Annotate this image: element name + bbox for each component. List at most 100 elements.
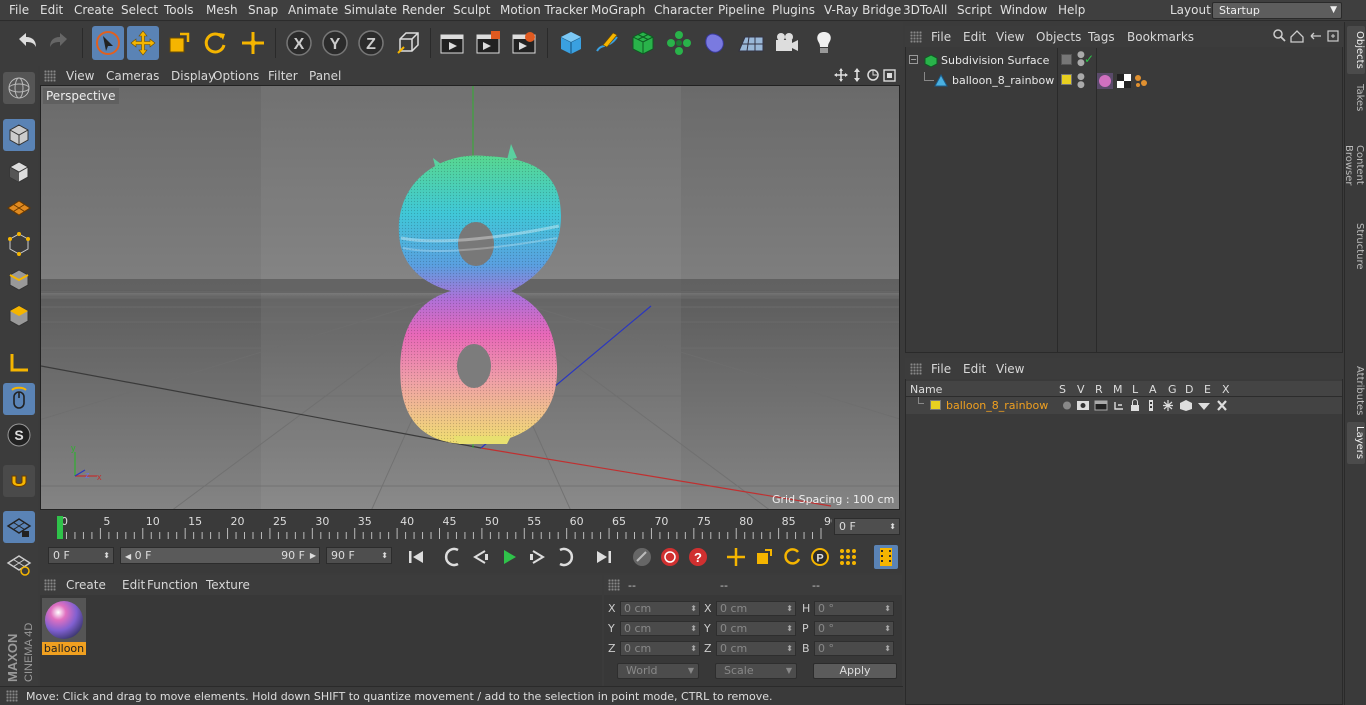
menu-help[interactable]: Help: [1058, 3, 1085, 17]
x-axis-lock-button[interactable]: X: [283, 26, 315, 60]
coordinate-space-select[interactable]: World ▼: [617, 663, 699, 679]
deformer-button[interactable]: [699, 26, 731, 60]
tab-takes[interactable]: Takes: [1347, 78, 1365, 118]
next-frame-button[interactable]: [525, 545, 549, 569]
viewport-menu-cameras[interactable]: Cameras: [106, 69, 159, 83]
column-animation[interactable]: A: [1149, 383, 1157, 396]
layer-menu-view[interactable]: View: [996, 362, 1024, 376]
start-frame-field[interactable]: 0 F ⬍: [48, 547, 114, 564]
timeline-playhead[interactable]: [57, 516, 63, 539]
camera-button[interactable]: [771, 26, 803, 60]
menu-character[interactable]: Character: [654, 3, 713, 17]
material-balloon[interactable]: balloon: [42, 598, 86, 656]
viewport-nav-icons[interactable]: [834, 68, 898, 83]
visibility-dots-icon[interactable]: ● ●: [1077, 73, 1085, 90]
menu-tools[interactable]: Tools: [164, 3, 194, 17]
workplane-lock-button[interactable]: [3, 511, 35, 543]
live-selection-button[interactable]: [237, 26, 269, 60]
solo-mode-button[interactable]: S: [3, 419, 35, 451]
layout-select[interactable]: Startup ▼: [1212, 2, 1342, 19]
z-axis-lock-button[interactable]: Z: [355, 26, 387, 60]
timeline-layout-button[interactable]: [874, 545, 898, 569]
tab-content-browser[interactable]: Content Browser: [1343, 120, 1365, 210]
menu-mograph[interactable]: MoGraph: [591, 3, 646, 17]
menu-edit[interactable]: Edit: [40, 3, 63, 17]
viewport-menu-view[interactable]: View: [66, 69, 94, 83]
light-button[interactable]: [808, 26, 840, 60]
column-view[interactable]: V: [1077, 383, 1085, 396]
apply-button[interactable]: Apply: [813, 663, 897, 679]
object-menu-objects[interactable]: Objects: [1036, 30, 1081, 44]
frame-range-slider[interactable]: ◀ 0 F 90 F ▶: [120, 547, 320, 564]
menu-file[interactable]: File: [9, 3, 29, 17]
menu-motion-tracker[interactable]: Motion Tracker: [500, 3, 588, 17]
menu-simulate[interactable]: Simulate: [344, 3, 397, 17]
viewport-menu-options[interactable]: Options: [213, 69, 259, 83]
menu-create[interactable]: Create: [74, 3, 114, 17]
size-y-field[interactable]: 0 cm ⬍: [716, 621, 796, 636]
size-x-field[interactable]: 0 cm ⬍: [716, 601, 796, 616]
point-level-key-button[interactable]: [836, 545, 860, 569]
menu-render[interactable]: Render: [402, 3, 445, 17]
tab-attributes[interactable]: Attributes: [1347, 362, 1365, 418]
texture-mode-button[interactable]: [3, 156, 35, 188]
rot-h-field[interactable]: 0 ° ⬍: [814, 601, 894, 616]
parameter-key-button[interactable]: P: [808, 545, 832, 569]
layer-toggle-icons[interactable]: [1061, 399, 1236, 412]
rot-p-field[interactable]: 0 ° ⬍: [814, 621, 894, 636]
pos-x-field[interactable]: 0 cm ⬍: [620, 601, 700, 616]
column-render[interactable]: R: [1095, 383, 1103, 396]
play-button[interactable]: [497, 545, 521, 569]
object-menu-edit[interactable]: Edit: [963, 30, 986, 44]
viewport-menu-filter[interactable]: Filter: [268, 69, 298, 83]
pos-z-field[interactable]: 0 cm ⬍: [620, 641, 700, 656]
column-xref[interactable]: X: [1222, 383, 1230, 396]
y-axis-lock-button[interactable]: Y: [319, 26, 351, 60]
menu-sculpt[interactable]: Sculpt: [453, 3, 490, 17]
workplane-align-button[interactable]: [3, 548, 35, 580]
pos-y-field[interactable]: 0 cm ⬍: [620, 621, 700, 636]
scale-tool-button[interactable]: [163, 26, 195, 60]
menu-vray-bridge[interactable]: V-Ray Bridge: [824, 3, 901, 17]
column-expressions[interactable]: E: [1204, 383, 1211, 396]
previous-key-button[interactable]: [441, 545, 465, 569]
snap-button[interactable]: [3, 465, 35, 497]
menu-select[interactable]: Select: [121, 3, 158, 17]
keyframe-selection-button[interactable]: ?: [686, 545, 710, 569]
scale-key-button[interactable]: [752, 545, 776, 569]
tweak-mode-button[interactable]: [3, 383, 35, 415]
model-mode-button[interactable]: [3, 119, 35, 151]
record-active-objects-button[interactable]: [630, 545, 654, 569]
cube-button[interactable]: [555, 26, 587, 60]
render-settings-button[interactable]: [508, 26, 540, 60]
material-menu-create[interactable]: Create: [66, 578, 106, 592]
column-solo[interactable]: S: [1059, 383, 1066, 396]
edges-mode-button[interactable]: [3, 264, 35, 296]
rotate-tool-button[interactable]: [199, 26, 231, 60]
object-menu-bookmarks[interactable]: Bookmarks: [1127, 30, 1194, 44]
layer-color-swatch[interactable]: [1061, 54, 1072, 65]
collapse-icon[interactable]: −: [909, 55, 918, 64]
render-view-button[interactable]: [436, 26, 468, 60]
material-menu-texture[interactable]: Texture: [206, 578, 250, 592]
layer-row[interactable]: balloon_8_rainbow: [906, 397, 1342, 414]
column-generators[interactable]: G: [1168, 383, 1177, 396]
previous-frame-button[interactable]: [469, 545, 493, 569]
undo-button[interactable]: [10, 26, 42, 60]
camera-label[interactable]: Perspective: [43, 88, 119, 104]
object-row-subdivision-surface[interactable]: − Subdivision Surface ● ● ✓: [906, 51, 1342, 72]
object-row-balloon[interactable]: balloon_8_rainbow ● ●: [906, 72, 1342, 90]
make-editable-button[interactable]: [3, 72, 35, 104]
column-locked[interactable]: L: [1132, 383, 1138, 396]
layer-menu-file[interactable]: File: [931, 362, 951, 376]
subdivision-button[interactable]: [627, 26, 659, 60]
layer-menu-edit[interactable]: Edit: [963, 362, 986, 376]
current-frame-field[interactable]: 0 F ⬍: [834, 518, 900, 535]
layer-color-swatch[interactable]: [930, 400, 941, 410]
size-z-field[interactable]: 0 cm ⬍: [716, 641, 796, 656]
column-manager[interactable]: M: [1113, 383, 1123, 396]
autokey-button[interactable]: [658, 545, 682, 569]
go-to-end-button[interactable]: [592, 545, 616, 569]
rotation-key-button[interactable]: [780, 545, 804, 569]
redo-button[interactable]: [44, 26, 76, 60]
